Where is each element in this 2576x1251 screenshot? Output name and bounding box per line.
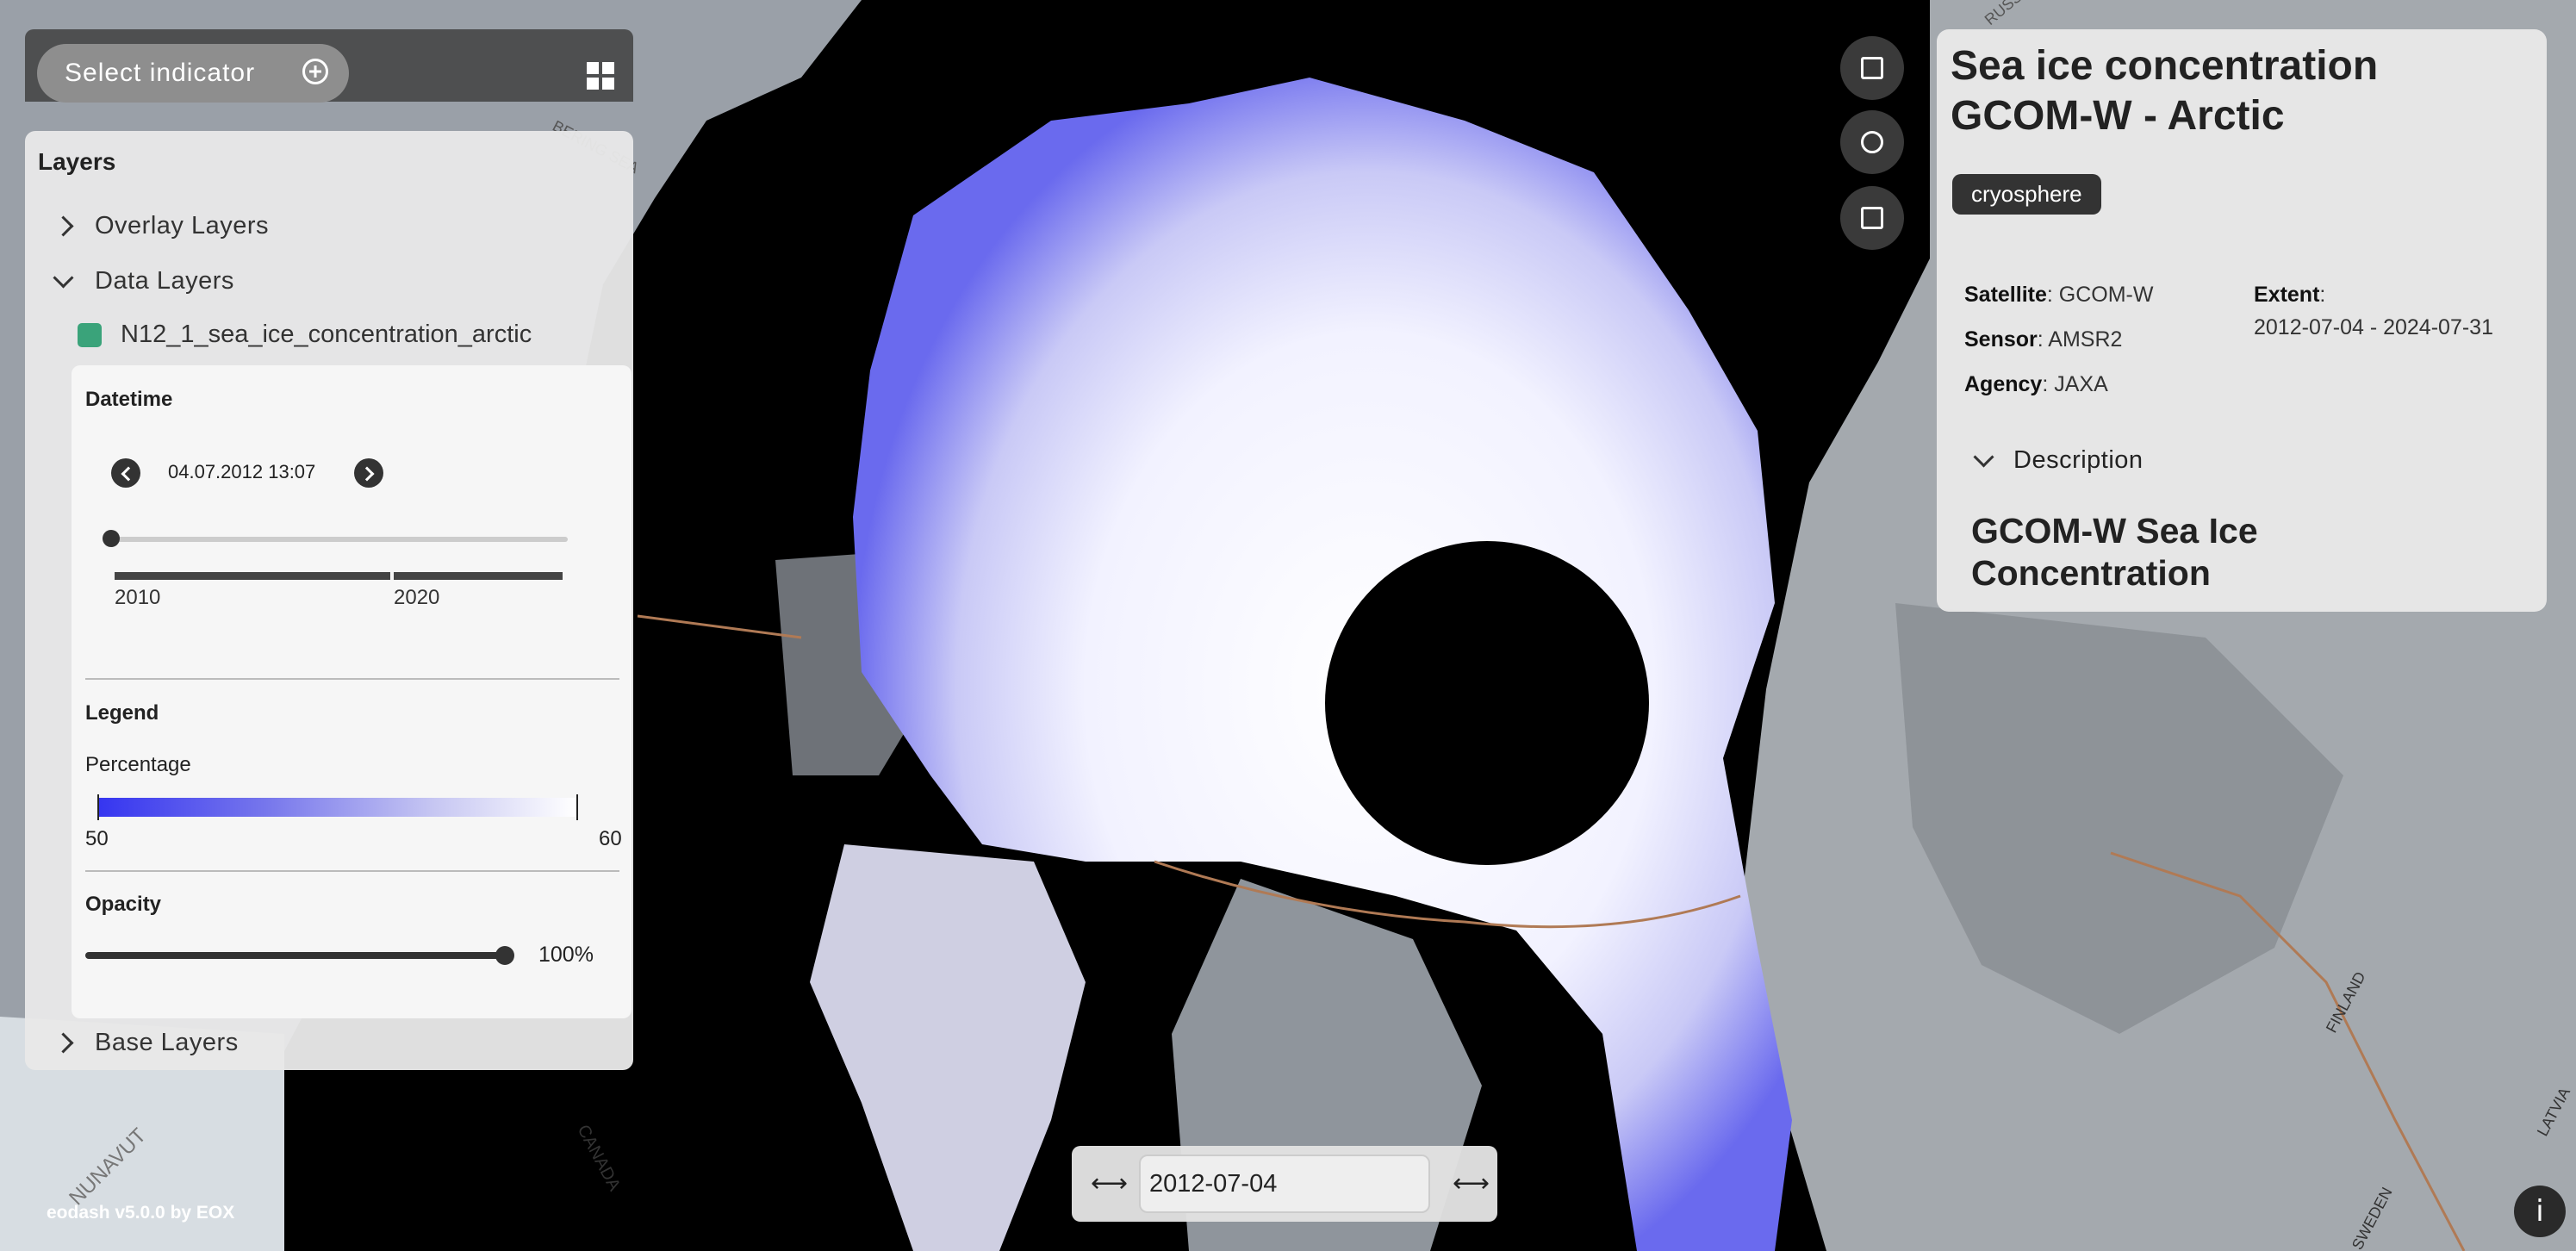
- opacity-slider-track[interactable]: [85, 952, 506, 959]
- globe-icon: [1861, 131, 1883, 153]
- opacity-slider-handle[interactable]: [495, 946, 514, 965]
- timeline-period-bar: [115, 572, 390, 580]
- arrows-horizontal-icon[interactable]: ⟷: [1091, 1168, 1128, 1198]
- tree-item-overlay-layers[interactable]: Overlay Layers: [53, 212, 270, 240]
- layer-name: N12_1_sea_ice_concentration_arctic: [121, 321, 532, 348]
- time-slider-track[interactable]: [111, 537, 568, 542]
- add-map-layer-button[interactable]: [1840, 36, 1904, 100]
- date-input[interactable]: [1139, 1155, 1430, 1213]
- select-indicator-label: Select indicator: [65, 59, 256, 87]
- legend-color-ramp: [97, 798, 576, 817]
- legend-label: Legend: [85, 701, 159, 725]
- layers-panel: Layers Overlay Layers Data Layers N12_1_…: [25, 131, 633, 1070]
- sensor-field: Sensor: AMSR2: [1964, 327, 2123, 352]
- extent-value: 2012-07-04 - 2024-07-31: [2254, 315, 2493, 339]
- pole-hole: [1325, 541, 1649, 865]
- layer-visibility-checkbox[interactable]: [78, 322, 102, 347]
- legend-tick: [97, 794, 99, 820]
- chevron-down-icon: [1973, 446, 1994, 468]
- globe-view-button[interactable]: [1840, 110, 1904, 174]
- compare-view-button[interactable]: [1840, 186, 1904, 250]
- compare-icon: [1861, 207, 1883, 229]
- dashboard-grid-icon[interactable]: [587, 62, 614, 90]
- indicator-title: Sea ice concentration GCOM-W - Arctic: [1951, 43, 2379, 139]
- date-picker-bar: ⟷ ⟷: [1072, 1146, 1497, 1222]
- add-circle-icon: [302, 59, 328, 84]
- description-toggle[interactable]: Description: [1973, 446, 2144, 475]
- chevron-right-icon: [53, 1032, 74, 1054]
- legend-unit: Percentage: [85, 753, 191, 776]
- next-date-button[interactable]: [354, 458, 383, 488]
- datetime-value: 04.07.2012 13:07: [168, 461, 316, 482]
- agency-field: Agency: JAXA: [1964, 372, 2108, 396]
- time-slider-handle[interactable]: [103, 530, 120, 547]
- info-button[interactable]: i: [2514, 1186, 2566, 1237]
- theme-tag[interactable]: cryosphere: [1952, 174, 2101, 215]
- datetime-label: Datetime: [85, 388, 173, 411]
- top-toolbar: Select indicator: [25, 29, 633, 103]
- arrows-horizontal-icon[interactable]: ⟷: [1453, 1168, 1490, 1198]
- previous-date-button[interactable]: [111, 458, 140, 488]
- tree-item-label: Data Layers: [95, 267, 234, 295]
- extent-label: Extent:: [2254, 283, 2326, 307]
- timeline-period-bar: [394, 572, 563, 580]
- layer-item-sea-ice[interactable]: N12_1_sea_ice_concentration_arctic: [78, 321, 532, 349]
- chevron-right-icon: [53, 215, 74, 237]
- indicator-info-panel: Sea ice concentration GCOM-W - Arctic cr…: [1937, 29, 2547, 612]
- tree-item-base-layers[interactable]: Base Layers: [53, 1029, 239, 1057]
- map-add-icon: [1861, 57, 1883, 79]
- select-indicator-button[interactable]: Select indicator: [37, 44, 349, 103]
- tree-item-data-layers[interactable]: Data Layers: [53, 267, 234, 296]
- opacity-label: Opacity: [85, 893, 162, 916]
- chevron-down-icon: [53, 267, 74, 289]
- footer-credit[interactable]: eodash v5.0.0 by EOX: [47, 1203, 234, 1223]
- description-heading: GCOM-W Sea Ice Concentration: [1971, 511, 2258, 593]
- timeline-year-label: 2020: [394, 586, 440, 609]
- divider: [85, 678, 619, 680]
- legend-max: 60: [599, 827, 622, 850]
- tree-item-label: Base Layers: [95, 1029, 239, 1056]
- timeline-year-label: 2010: [115, 586, 161, 609]
- legend-tick: [576, 794, 578, 820]
- satellite-field: Satellite: GCOM-W: [1964, 283, 2154, 307]
- opacity-value: 100%: [538, 943, 594, 967]
- tree-item-label: Overlay Layers: [95, 212, 270, 240]
- layers-title: Layers: [38, 148, 116, 175]
- layer-config-panel: Datetime 04.07.2012 13:07 2010 2020 Lege…: [72, 365, 632, 1018]
- divider: [85, 870, 619, 872]
- legend-min: 50: [85, 827, 109, 850]
- description-toggle-label: Description: [2013, 446, 2144, 474]
